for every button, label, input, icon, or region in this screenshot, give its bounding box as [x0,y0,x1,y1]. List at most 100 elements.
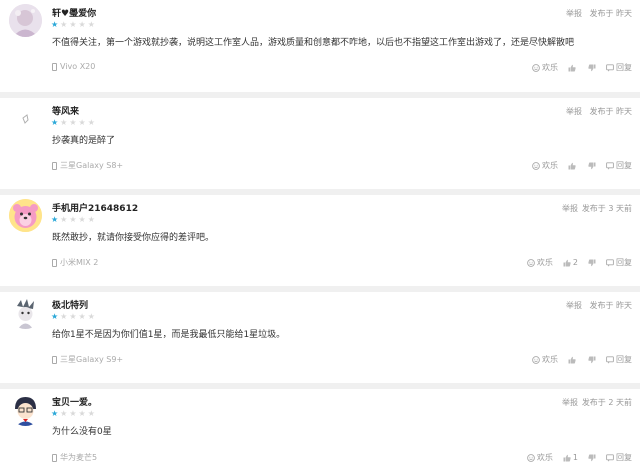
avatar[interactable] [9,199,42,232]
reply-button[interactable]: 回复 [606,354,632,365]
device-name: 三星Galaxy S9+ [60,355,124,364]
star-rating: ★ ★ ★ ★ ★ [51,119,95,127]
avatar[interactable] [9,393,42,426]
smile-icon [532,63,540,72]
smile-icon [527,258,535,267]
like-button[interactable] [568,162,578,170]
report-link[interactable]: 举报 [566,8,582,19]
fun-label: 欢乐 [542,161,558,170]
star-icon: ★ [51,312,59,321]
post-time: 发布于 2 天前 [581,398,632,407]
like-button[interactable] [568,356,578,364]
dislike-button[interactable] [588,64,596,72]
username[interactable]: 等风来 [52,104,79,117]
report-link[interactable]: 举报 [566,300,582,311]
star-icon: ★ [60,20,68,29]
review-content: 不值得关注，第一个游戏就抄袭，说明这工作室人品，游戏质量和创意都不咋地，以后也不… [52,38,575,48]
reply-label: 回复 [616,355,632,364]
star-icon: ★ [60,215,68,224]
avatar[interactable] [9,296,42,329]
star-icon: ★ [78,215,86,224]
review-actions: 欢乐 回复 [522,62,632,73]
star-rating: ★ ★ ★ ★ ★ [51,21,95,29]
like-button[interactable] [568,64,578,72]
review-footer: 三星Galaxy S9+ 欢乐 回复 [0,354,640,368]
comment-icon [606,258,614,267]
like-count: 1 [572,453,578,462]
username[interactable]: 极北特列 [52,298,88,311]
avatar[interactable] [9,102,42,135]
fun-button[interactable]: 欢乐 [532,62,558,73]
star-icon: ★ [87,118,95,127]
thumbs-up-icon [568,356,576,363]
dislike-button[interactable] [588,356,596,364]
review-footer: 小米MIX 2 欢乐 2 回复 [0,257,640,271]
like-button[interactable]: 1 [563,453,578,462]
username[interactable]: 手机用户21648612 [52,201,138,214]
star-icon: ★ [69,215,77,224]
review-content: 抄袭真的是醉了 [52,136,116,146]
review-item: 等风来 ★ ★ ★ ★ ★ 举报 发布于 昨天 抄袭真的是醉了 三星Galaxy… [0,98,640,189]
dislike-button[interactable] [588,162,596,170]
smile-icon [532,355,540,364]
thumbs-up-icon [568,64,576,71]
star-icon: ★ [87,312,95,321]
device-name: Vivo X20 [60,62,96,71]
star-icon: ★ [69,118,77,127]
username[interactable]: 轩♥璺爱你 [52,6,96,19]
fun-label: 欢乐 [536,258,553,267]
phone-icon [52,453,57,462]
star-icon: ★ [69,20,77,29]
username[interactable]: 宝贝一爱。 [52,395,97,408]
dislike-button[interactable] [588,454,596,462]
thumbs-up-icon [563,454,571,461]
fun-label: 欢乐 [542,355,558,364]
review-actions: 欢乐 1 回复 [517,452,632,463]
thumbs-down-icon [588,259,596,266]
report-link[interactable]: 举报 [566,106,582,117]
star-rating: ★ ★ ★ ★ ★ [51,216,95,224]
fun-button[interactable]: 欢乐 [527,257,553,268]
phone-icon [52,258,57,267]
review-actions: 欢乐 2 回复 [517,257,632,268]
report-link[interactable]: 举报 [562,203,578,214]
review-content: 给你1星不是因为你们值1星，而是我最低只能给1星垃圾。 [52,330,286,340]
fun-button[interactable]: 欢乐 [527,452,553,463]
review-item: 轩♥璺爱你 ★ ★ ★ ★ ★ 举报 发布于 昨天 不值得关注，第一个游戏就抄袭… [0,0,640,92]
star-icon: ★ [78,20,86,29]
fun-button[interactable]: 欢乐 [532,160,558,171]
reply-label: 回复 [616,453,632,462]
star-icon: ★ [60,118,68,127]
reply-label: 回复 [616,63,632,72]
device-info: 三星Galaxy S8+ [52,160,123,171]
smile-icon [527,453,535,462]
fun-label: 欢乐 [536,453,553,462]
post-time: 发布于 3 天前 [581,204,632,213]
review-footer: 华为麦芒5 欢乐 1 回复 [0,452,640,466]
star-icon: ★ [87,215,95,224]
dislike-button[interactable] [588,259,596,267]
review-actions: 欢乐 回复 [522,354,632,365]
fun-button[interactable]: 欢乐 [532,354,558,365]
like-button[interactable]: 2 [563,258,578,267]
reply-button[interactable]: 回复 [606,452,632,463]
review-list: 轩♥璺爱你 ★ ★ ★ ★ ★ 举报 发布于 昨天 不值得关注，第一个游戏就抄袭… [0,0,640,471]
reply-button[interactable]: 回复 [606,160,632,171]
avatar[interactable] [9,4,42,37]
fun-label: 欢乐 [542,63,558,72]
star-icon: ★ [69,312,77,321]
reply-button[interactable]: 回复 [606,257,632,268]
avatar-image [9,102,42,135]
star-icon: ★ [51,20,59,29]
report-link[interactable]: 举报 [562,397,578,408]
phone-icon [52,355,57,364]
star-icon: ★ [78,409,86,418]
avatar-image [9,199,42,232]
device-name: 三星Galaxy S8+ [60,161,124,170]
star-icon: ★ [87,409,95,418]
star-icon: ★ [78,312,86,321]
device-info: 小米MIX 2 [52,257,98,268]
review-item: 极北特列 ★ ★ ★ ★ ★ 举报 发布于 昨天 给你1星不是因为你们值1星，而… [0,292,640,383]
reply-button[interactable]: 回复 [606,62,632,73]
comment-icon [606,355,614,364]
